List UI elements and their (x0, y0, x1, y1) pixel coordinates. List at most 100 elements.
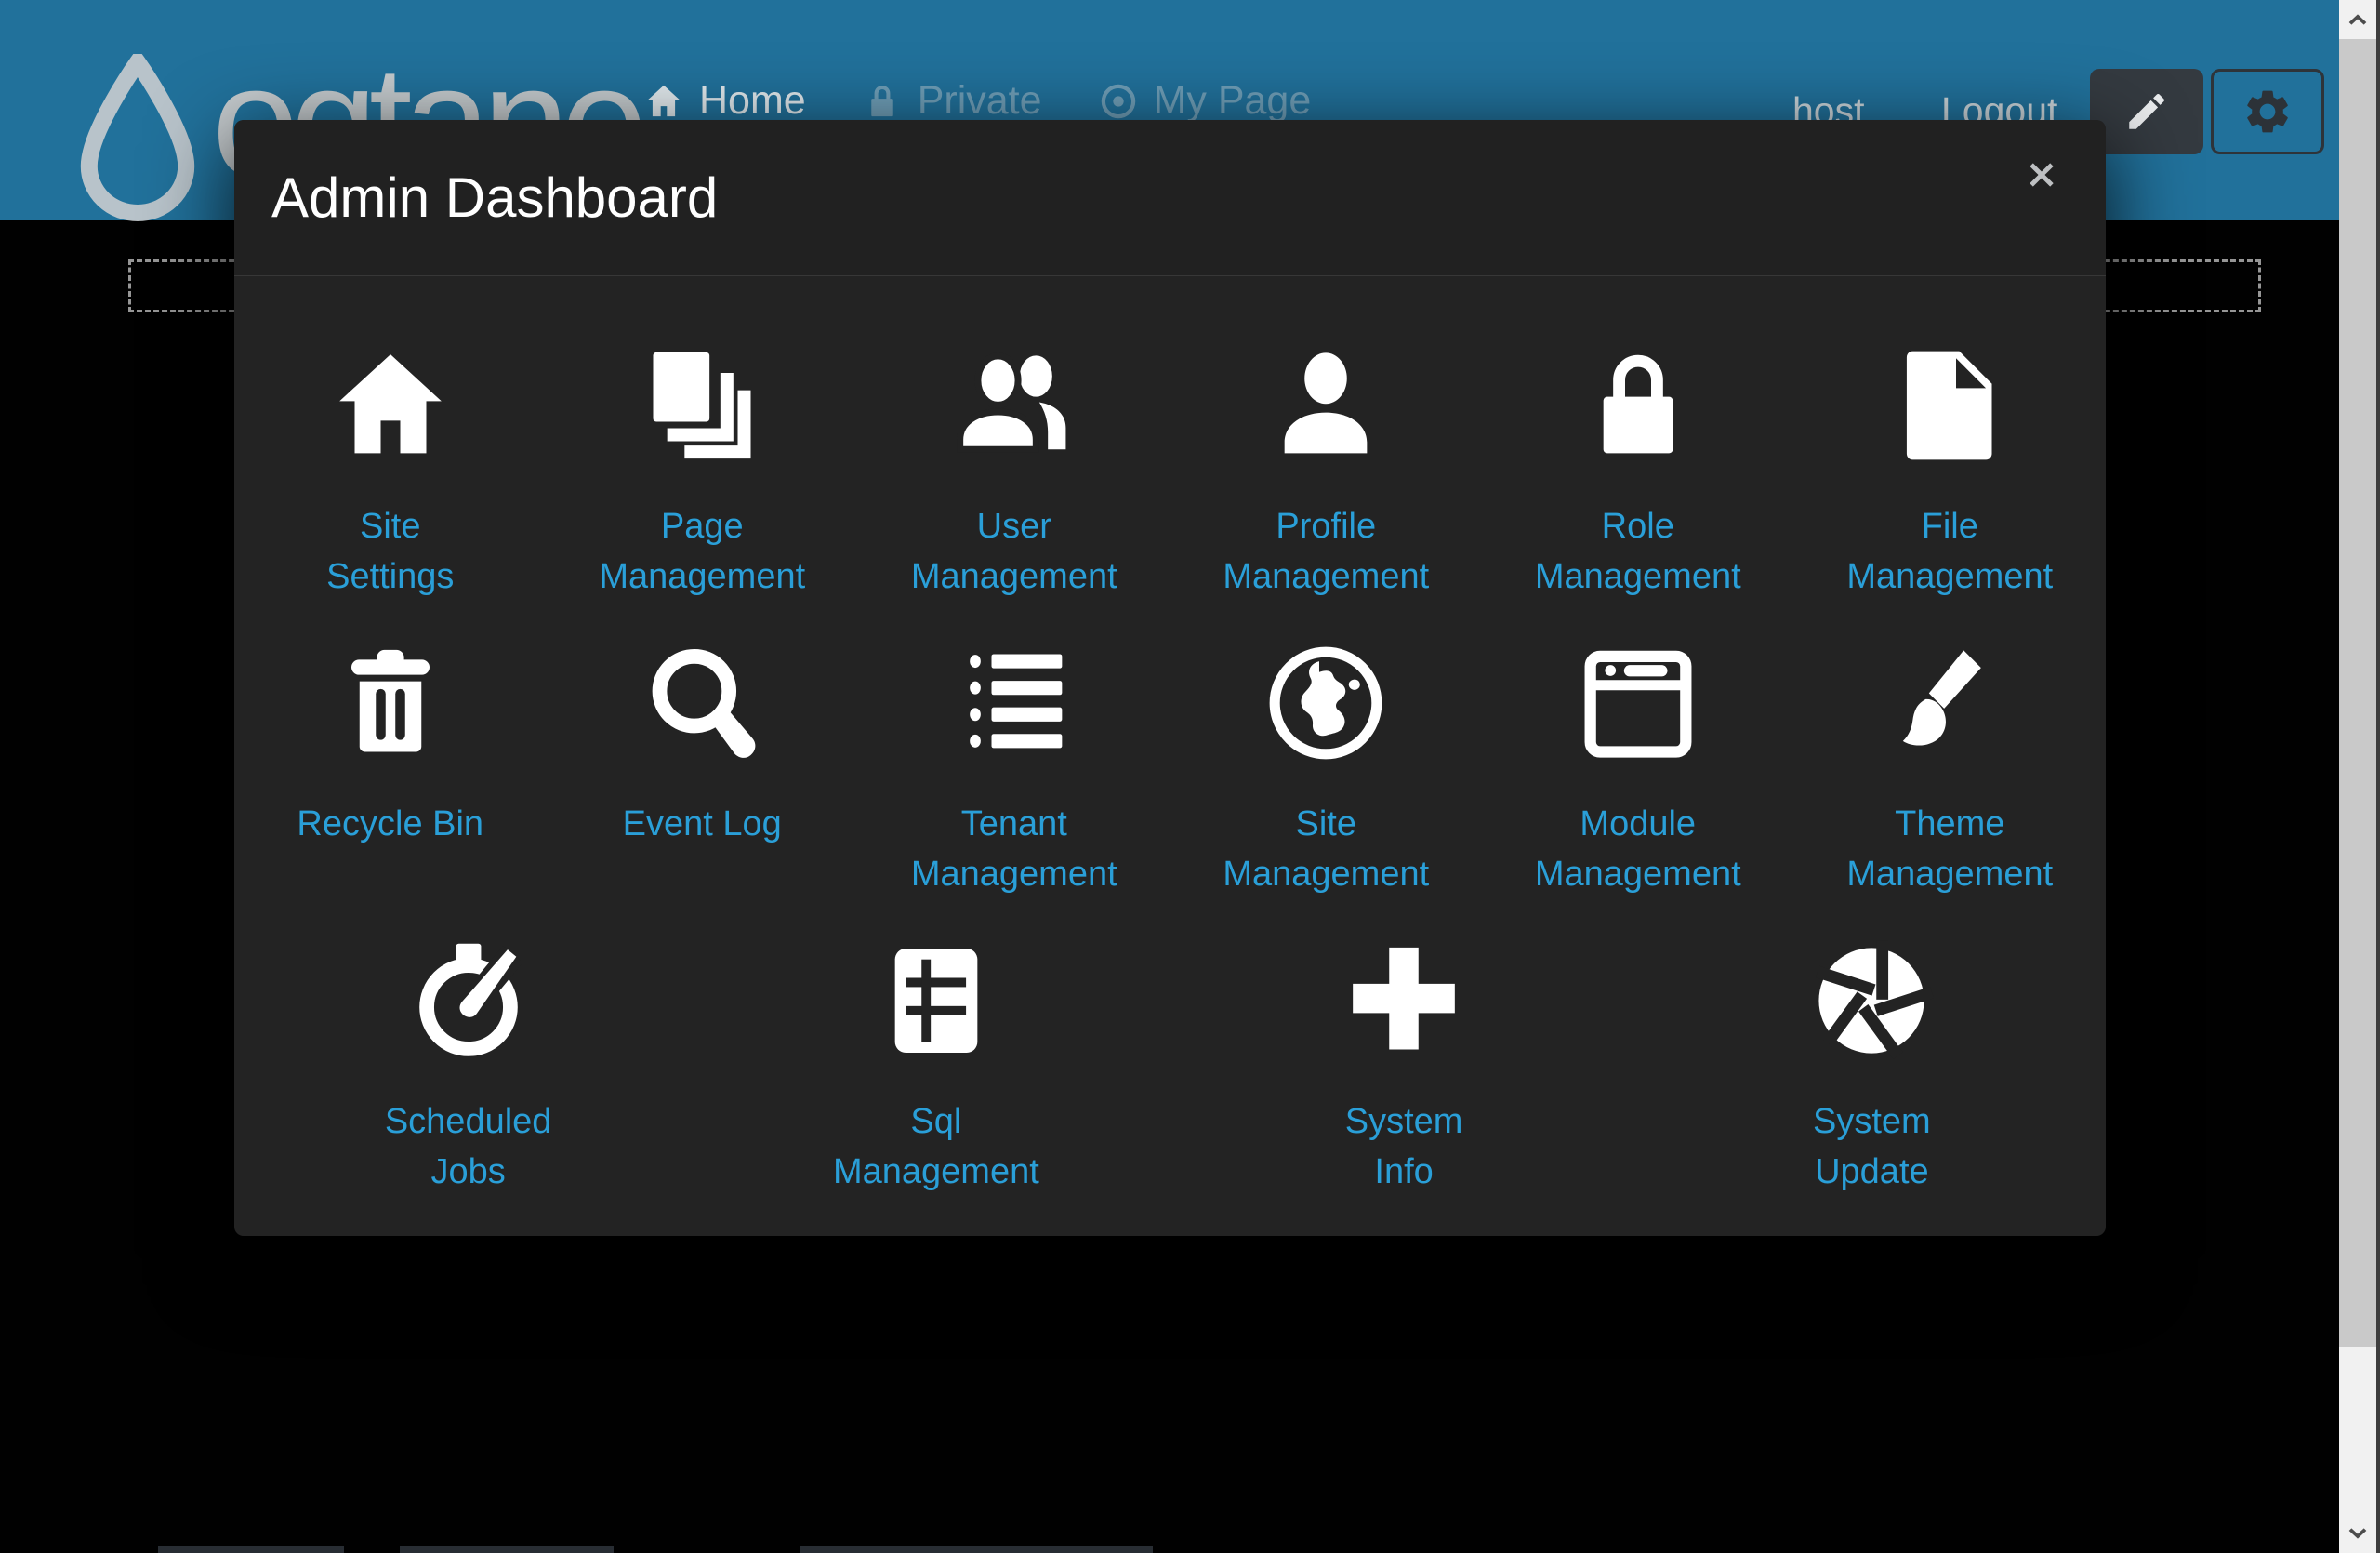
people-icon (949, 336, 1079, 475)
window-edge (2376, 0, 2380, 1553)
tile-label: ThemeManagement (1846, 799, 2053, 901)
tile-label-line: Sql (833, 1096, 1039, 1147)
tile-label: SqlManagement (833, 1096, 1039, 1199)
person-icon (1261, 336, 1391, 475)
list-icon (949, 633, 1079, 773)
tile-label: SiteSettings (326, 501, 454, 604)
tile-user-management[interactable]: UserManagement (858, 336, 1170, 604)
tile-label: ProfileManagement (1223, 501, 1429, 604)
tile-label: SystemUpdate (1813, 1096, 1931, 1199)
pencil-icon (2123, 88, 2170, 135)
tile-label: SystemInfo (1345, 1096, 1463, 1199)
tile-label-line: Page (599, 501, 805, 551)
home-icon (325, 336, 456, 475)
tile-label-line: Management (1223, 551, 1429, 602)
tile-label-line: Management (1535, 849, 1741, 899)
home-icon (643, 81, 684, 122)
tile-label: RoleManagement (1535, 501, 1741, 604)
tile-file-management[interactable]: FileManagement (1794, 336, 2107, 604)
admin-tile-grid: SiteSettingsPageManagementUserManagement… (234, 276, 2106, 1199)
tile-label-line: Management (599, 551, 805, 602)
tile-sql-management[interactable]: SqlManagement (702, 931, 1170, 1199)
tile-scheduled-jobs[interactable]: ScheduledJobs (234, 931, 702, 1199)
tile-page-management[interactable]: PageManagement (547, 336, 859, 604)
tile-label: PageManagement (599, 501, 805, 604)
aperture-icon (1806, 931, 1937, 1070)
edit-mode-button[interactable] (2090, 69, 2203, 154)
tile-label-line: Management (833, 1147, 1039, 1197)
close-button[interactable] (2024, 157, 2063, 196)
scrollbar-thumb[interactable] (2339, 39, 2376, 1347)
tile-label: ModuleManagement (1535, 799, 1741, 901)
tile-label-line: Theme (1846, 799, 2053, 849)
nav-item-my-page[interactable]: My Page (1098, 78, 1312, 124)
tile-site-settings[interactable]: SiteSettings (234, 336, 547, 604)
tile-label-line: File (1846, 501, 2053, 551)
tile-label-line: System (1345, 1096, 1463, 1147)
tile-label-line: Site (326, 501, 454, 551)
tile-system-info[interactable]: SystemInfo (1170, 931, 1638, 1199)
nav-item-private[interactable]: Private (862, 78, 1042, 124)
tile-label-line: Jobs (385, 1147, 552, 1197)
scroll-down-button[interactable] (2339, 1514, 2376, 1553)
lock-icon (1573, 336, 1703, 475)
tile-label-line: Update (1813, 1147, 1931, 1197)
tile-label-line: System (1813, 1096, 1931, 1147)
medical-cross-icon (1339, 931, 1469, 1070)
target-icon (1098, 81, 1139, 122)
tile-label-line: Management (911, 551, 1117, 602)
trash-icon (325, 633, 456, 773)
tile-site-management[interactable]: SiteManagement (1170, 633, 1483, 901)
tile-profile-management[interactable]: ProfileManagement (1170, 336, 1483, 604)
paintbrush-icon (1884, 633, 2015, 773)
tile-module-management[interactable]: ModuleManagement (1482, 633, 1794, 901)
tile-label-line: Module (1535, 799, 1741, 849)
tile-label: SiteManagement (1223, 799, 1429, 901)
admin-dashboard-modal: Admin Dashboard SiteSettingsPageManageme… (234, 120, 2106, 1236)
nav-label: My Page (1154, 78, 1312, 124)
tile-label-line: Profile (1223, 501, 1429, 551)
gear-icon (2241, 86, 2294, 138)
tile-label: TenantManagement (911, 799, 1117, 901)
main-nav: Home Private My Page (643, 78, 1311, 124)
tile-label-line: User (911, 501, 1117, 551)
scroll-up-button[interactable] (2339, 0, 2376, 39)
tile-label: Recycle Bin (297, 799, 483, 901)
vertical-scrollbar (2339, 0, 2376, 1553)
globe-icon (1261, 633, 1391, 773)
cutoff-text-artifact (800, 1546, 1153, 1553)
page-settings-button[interactable] (2211, 69, 2324, 154)
cutoff-text-artifact (158, 1546, 344, 1553)
magnifier-icon (637, 633, 767, 773)
tile-theme-management[interactable]: ThemeManagement (1794, 633, 2107, 901)
tile-event-log[interactable]: Event Log (547, 633, 859, 901)
tile-label-line: Management (911, 849, 1117, 899)
nav-label: Home (699, 78, 806, 124)
oqtane-logo[interactable] (67, 54, 208, 221)
tile-label-line: Site (1223, 799, 1429, 849)
tile-label: UserManagement (911, 501, 1117, 604)
tile-system-update[interactable]: SystemUpdate (1638, 931, 2106, 1199)
tile-row: Recycle BinEvent LogTenantManagementSite… (234, 633, 2106, 901)
tile-label-line: Tenant (911, 799, 1117, 849)
tile-label-line: Role (1535, 501, 1741, 551)
spreadsheet-icon (871, 931, 1001, 1070)
tile-label: ScheduledJobs (385, 1096, 552, 1199)
cutoff-text-artifact (400, 1546, 614, 1553)
chevron-down-icon (2345, 1520, 2371, 1546)
water-drop-icon (67, 54, 208, 221)
tile-row: SiteSettingsPageManagementUserManagement… (234, 336, 2106, 604)
tile-label-line: Recycle Bin (297, 799, 483, 849)
tile-tenant-management[interactable]: TenantManagement (858, 633, 1170, 901)
modal-header: Admin Dashboard (234, 120, 2106, 276)
tile-label-line: Management (1846, 849, 2053, 899)
tile-recycle-bin[interactable]: Recycle Bin (234, 633, 547, 901)
tile-label-line: Scheduled (385, 1096, 552, 1147)
tile-label-line: Event Log (623, 799, 782, 849)
nav-item-home[interactable]: Home (643, 78, 806, 124)
stacked-pages-icon (637, 336, 767, 475)
tile-role-management[interactable]: RoleManagement (1482, 336, 1794, 604)
chevron-up-icon (2345, 7, 2371, 33)
browser-window-icon (1573, 633, 1703, 773)
tile-label-line: Settings (326, 551, 454, 602)
